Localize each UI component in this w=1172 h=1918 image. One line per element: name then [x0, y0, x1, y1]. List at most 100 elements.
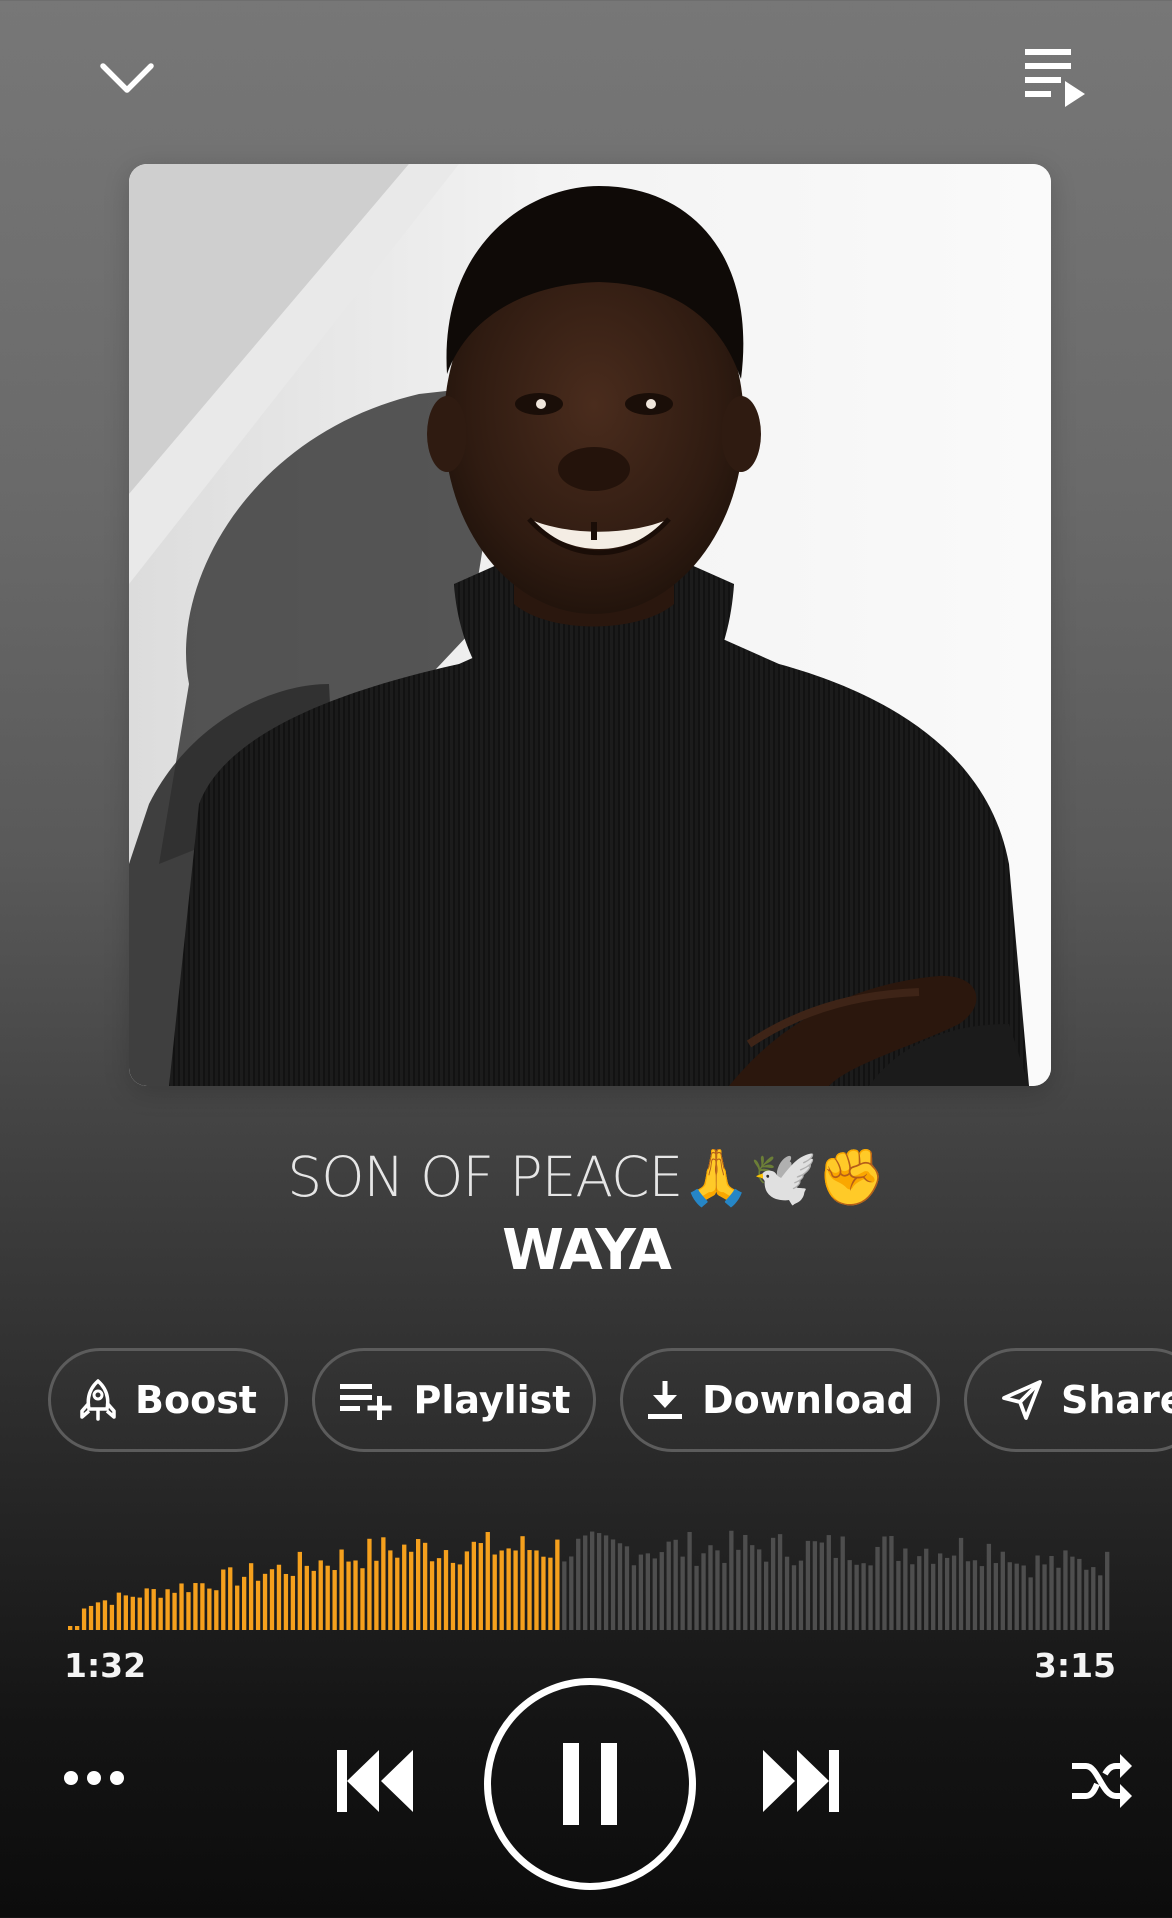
waveform-bar [1091, 1567, 1096, 1630]
waveform-bar [346, 1561, 351, 1630]
download-icon [648, 1381, 683, 1419]
total-duration: 3:15 [1033, 1646, 1116, 1685]
more-options-button[interactable] [52, 1746, 136, 1810]
waveform-bar [395, 1557, 400, 1630]
waveform-bar [200, 1583, 205, 1630]
waveform-bar [875, 1546, 880, 1630]
waveform-bar [596, 1533, 602, 1630]
queue-button[interactable] [1010, 30, 1100, 120]
waveform-bar [436, 1558, 442, 1630]
waveform-bar [924, 1548, 929, 1630]
waveform-bar [214, 1590, 219, 1630]
waveform-bar [130, 1596, 135, 1630]
waveform-bar [311, 1570, 316, 1630]
waveform-bar [283, 1573, 289, 1630]
waveform-bar [527, 1550, 532, 1630]
waveform-bar [562, 1561, 567, 1630]
artist-name[interactable]: WAYA [0, 1218, 1172, 1284]
send-icon [1002, 1380, 1042, 1420]
waveform-bar [179, 1583, 184, 1630]
waveform-bar [687, 1531, 692, 1630]
waveform-bar [889, 1536, 894, 1630]
waveform-bar [798, 1560, 804, 1630]
download-button[interactable]: Download [620, 1348, 940, 1452]
waveform-bar [583, 1535, 588, 1630]
waveform-bar [381, 1537, 386, 1630]
elapsed-time: 1:32 [64, 1646, 147, 1685]
waveform-bar [631, 1565, 637, 1630]
waveform-bar [471, 1541, 476, 1630]
waveform-bar [402, 1544, 407, 1630]
waveform-bar [903, 1548, 908, 1630]
playlist-label: Playlist [413, 1378, 571, 1422]
waveform-bar [680, 1556, 685, 1630]
add-to-playlist-button[interactable]: Playlist [312, 1348, 596, 1452]
pause-icon [563, 1743, 617, 1825]
more-icon [64, 1771, 124, 1785]
waveform-bar [777, 1534, 783, 1630]
waveform-bar [235, 1585, 240, 1630]
waveform-bar [854, 1564, 859, 1630]
waveform-bar [165, 1589, 170, 1630]
waveform-bar [819, 1542, 824, 1630]
waveform-bar [388, 1550, 393, 1630]
waveform-bar [332, 1570, 337, 1630]
waveform-bar [715, 1550, 720, 1630]
waveform-bar [638, 1554, 644, 1630]
next-track-button[interactable] [756, 1736, 846, 1826]
waveform-bar [645, 1553, 650, 1630]
waveform-bar [861, 1563, 866, 1630]
waveform-bar [499, 1550, 504, 1630]
waveform-bar [569, 1556, 574, 1630]
waveform-bar [944, 1557, 950, 1630]
waveform-seekbar[interactable] [68, 1508, 1112, 1630]
shuffle-icon [1072, 1754, 1132, 1808]
waveform-bar [868, 1565, 873, 1630]
boost-button[interactable]: Boost [48, 1348, 288, 1452]
waveform-bar [464, 1551, 470, 1630]
waveform-bar [882, 1536, 887, 1630]
waveform-bar [701, 1553, 706, 1630]
waveform-bar [325, 1565, 330, 1630]
waveform-bar [207, 1588, 212, 1630]
waveform-bar [290, 1575, 296, 1630]
collapse-player-button[interactable] [86, 42, 168, 114]
waveform-bar [896, 1560, 901, 1630]
shuffle-button[interactable] [1064, 1744, 1138, 1818]
waveform-bar [81, 1608, 87, 1630]
waveform-bar [1070, 1556, 1075, 1630]
previous-track-button[interactable] [330, 1736, 420, 1826]
pause-button[interactable] [484, 1678, 696, 1890]
waveform-bar [1028, 1577, 1033, 1630]
waveform-bar [109, 1604, 115, 1630]
waveform-bar [757, 1549, 762, 1630]
skip-previous-icon [337, 1750, 413, 1812]
waveform-bar [548, 1557, 553, 1630]
waveform-bar [805, 1540, 811, 1630]
waveform-bar [492, 1554, 497, 1630]
waveform-bar [1063, 1550, 1068, 1630]
waveform-bar [833, 1557, 838, 1630]
share-label: Share [1061, 1378, 1172, 1422]
waveform-bar [812, 1541, 818, 1630]
waveform-bar [666, 1541, 671, 1630]
waveform-bar [88, 1605, 94, 1630]
waveform-bar [534, 1550, 539, 1630]
waveform-bar [986, 1543, 992, 1630]
waveform-bar [993, 1563, 998, 1630]
waveform-bar [478, 1543, 483, 1630]
waveform-bar [255, 1580, 261, 1630]
waveform-bar [339, 1549, 344, 1630]
waveform-bar [374, 1560, 379, 1630]
share-button[interactable]: Share [964, 1348, 1172, 1452]
waveform-bar [938, 1553, 943, 1630]
waveform-bar [770, 1537, 776, 1630]
waveform-bar [840, 1536, 845, 1630]
waveform-bar [958, 1537, 964, 1630]
waveform-bar [659, 1552, 664, 1630]
waveform-bar [248, 1563, 254, 1630]
waveform-bar [123, 1595, 128, 1630]
waveform-bar [360, 1568, 365, 1630]
waveform-bar [297, 1551, 302, 1630]
download-label: Download [702, 1378, 914, 1422]
